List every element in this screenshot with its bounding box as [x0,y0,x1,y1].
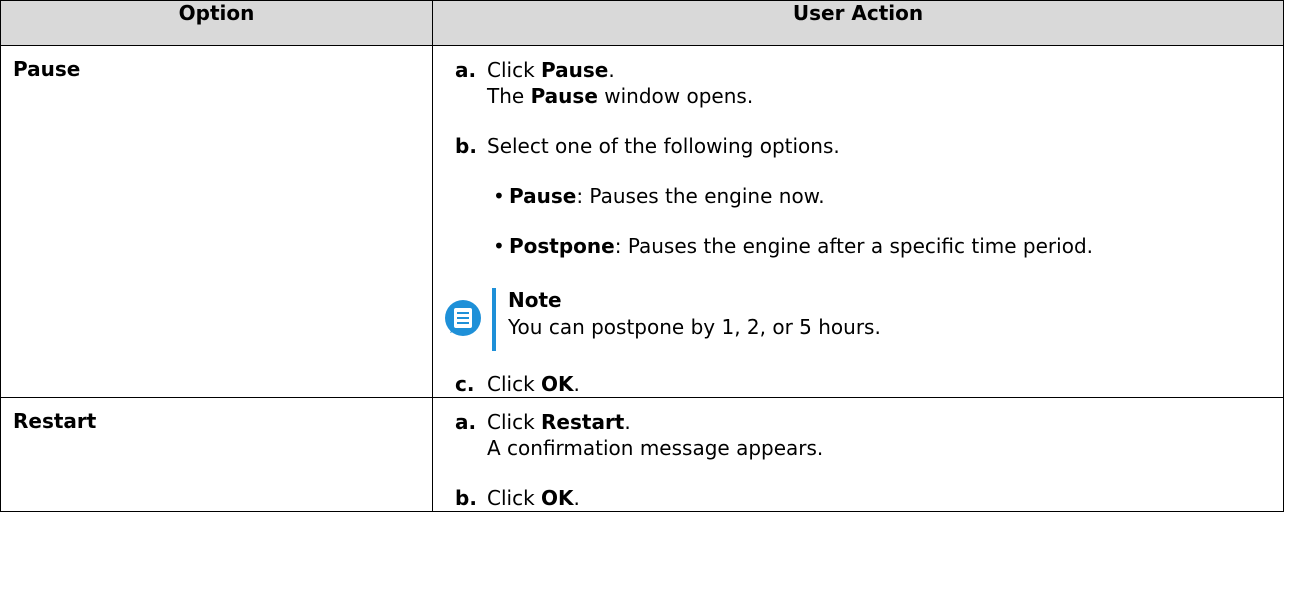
header-user-action: User Action [432,0,1284,46]
step-letter: a. [455,410,477,434]
step-text: Click Pause. [487,58,615,82]
bullet-icon: • [493,184,505,208]
list-item: • Pause: Pauses the engine now. [487,183,1273,209]
list-item-term: Pause [509,184,577,208]
bullet-icon: • [493,234,505,258]
step-b: b. Select one of the following options. [443,133,1273,159]
table-row: Restart a. Click Restart. A confirmation… [0,397,1284,512]
step-letter: a. [455,58,477,82]
step-b: b. Click OK. [443,485,1273,511]
table-row: Pause a. Click Pause. The Pause window o… [0,45,1284,398]
options-list: • Pause: Pauses the engine now. • Postpo… [443,183,1273,259]
step-text: Click Restart. [487,410,631,434]
step-result: The Pause window opens. [487,84,754,108]
header-option: Option [0,0,433,46]
step-c: c. Click OK. [443,371,1273,397]
step-text: Select one of the following options. [487,134,840,158]
note-icon [445,300,481,336]
list-item-desc: : Pauses the engine after a specific tim… [614,234,1093,258]
step-letter: c. [455,372,475,396]
step-text: Click OK. [487,486,580,510]
note-title: Note [508,288,562,312]
list-item-desc: : Pauses the engine now. [576,184,825,208]
header-row: Option User Action [0,0,1284,46]
step-result: A confirmation message appears. [487,436,824,460]
note-bar [492,288,496,351]
option-name: Restart [0,397,433,512]
step-a: a. Click Restart. A confirmation message… [443,409,1273,461]
step-letter: b. [455,486,477,510]
user-action-cell: a. Click Pause. The Pause window opens. … [432,45,1284,398]
step-letter: b. [455,134,477,158]
list-item: • Postpone: Pauses the engine after a sp… [487,233,1273,259]
step-text: Click OK. [487,372,580,396]
step-a: a. Click Pause. The Pause window opens. [443,57,1273,109]
note-text: You can postpone by 1, 2, or 5 hours. [508,315,881,339]
user-action-cell: a. Click Restart. A confirmation message… [432,397,1284,512]
note-callout: Note You can postpone by 1, 2, or 5 hour… [444,283,1273,355]
options-table: Option User Action Pause a. Click Pause.… [0,0,1284,512]
option-name: Pause [0,45,433,398]
list-item-term: Postpone [509,234,615,258]
